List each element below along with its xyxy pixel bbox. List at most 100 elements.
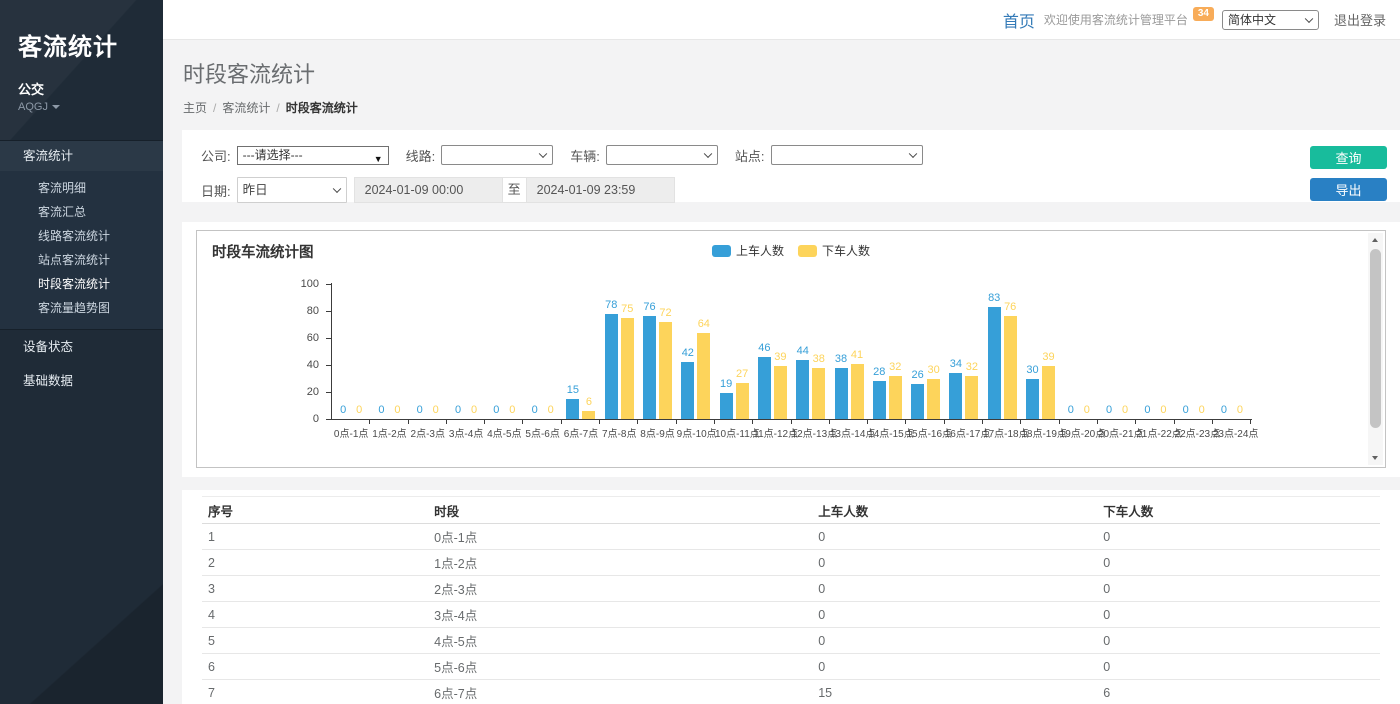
sidebar-subitem[interactable]: 客流量趋势图	[0, 296, 163, 320]
x-tick-label: 16点-17点	[945, 425, 983, 440]
bar-series-1: 39	[1042, 366, 1055, 419]
table-row: 43点-4点00	[202, 602, 1380, 628]
table-cell: 1	[202, 524, 428, 550]
x-tick-label: 4点-5点	[485, 425, 523, 440]
sidebar-item[interactable]: 客流统计	[0, 140, 163, 171]
export-button[interactable]: 导出	[1310, 178, 1387, 201]
bar-value: 0	[493, 404, 499, 416]
sidebar-subitem[interactable]: 客流明细	[0, 176, 163, 200]
x-tick-label: 22点-23点	[1175, 425, 1213, 440]
topbar: 首页 欢迎使用客流统计管理平台 34 简体中文 退出登录	[163, 0, 1400, 40]
breadcrumb-home[interactable]: 主页	[183, 101, 207, 115]
bar-group: 283214点-15点	[868, 284, 906, 419]
language-select[interactable]: 简体中文	[1222, 10, 1319, 30]
breadcrumb: 主页/客流统计/时段客流统计	[183, 99, 1400, 116]
breadcrumb-section[interactable]: 客流统计	[222, 101, 270, 115]
table-cell: 0	[1097, 654, 1380, 680]
table-cell: 3点-4点	[428, 602, 812, 628]
bar-group: 343216点-17点	[945, 284, 983, 419]
date-start-input[interactable]: 2024-01-09 00:00	[355, 178, 502, 202]
sidebar-submenu: 客流明细客流汇总线路客流统计站点客流统计时段客流统计客流量趋势图	[0, 171, 163, 330]
bar-value: 19	[720, 378, 732, 390]
sidebar-subitem[interactable]: 客流汇总	[0, 200, 163, 224]
sidebar-subitem[interactable]: 时段客流统计	[0, 272, 163, 296]
date-range: 2024-01-09 00:00 至 2024-01-09 23:59	[354, 177, 675, 203]
sidebar-item[interactable]: 设备状态	[0, 330, 163, 364]
bar-series-0: 78	[605, 314, 618, 419]
bar-value: 42	[682, 347, 694, 359]
breadcrumb-separator: /	[213, 101, 216, 115]
vehicle-select[interactable]	[606, 145, 718, 165]
table-cell: 5	[202, 628, 428, 654]
table-cell: 15	[812, 680, 1097, 704]
table-cell: 3	[202, 576, 428, 602]
x-tick-label: 19点-20点	[1060, 425, 1098, 440]
bar-series-1: 41	[851, 364, 864, 419]
y-tick-label: 80	[279, 305, 319, 317]
scroll-up-arrow-icon[interactable]	[1372, 238, 1378, 242]
bar-value: 0	[1160, 404, 1166, 416]
sidebar-subitem[interactable]: 站点客流统计	[0, 248, 163, 272]
x-tick-label: 21点-22点	[1136, 425, 1174, 440]
language-select-wrap: 简体中文	[1222, 10, 1319, 30]
x-tick-label: 8点-9点	[638, 425, 676, 440]
legend-item[interactable]: 下车人数	[798, 242, 870, 259]
bar-value: 32	[966, 361, 978, 373]
x-tick-label: 6点-7点	[562, 425, 600, 440]
scroll-down-arrow-icon[interactable]	[1372, 456, 1378, 460]
x-tick-label: 1点-2点	[370, 425, 408, 440]
x-tick-label: 13点-14点	[830, 425, 868, 440]
home-link[interactable]: 首页	[1003, 8, 1035, 32]
date-preset-select[interactable]: 昨日	[237, 177, 347, 203]
line-label: 线路:	[406, 146, 436, 165]
bar-value: 0	[1068, 404, 1074, 416]
bar-group: 0020点-21点	[1098, 284, 1136, 419]
y-axis: 020406080100	[197, 284, 331, 419]
query-button[interactable]: 查询	[1310, 146, 1387, 169]
x-tick-label: 7点-8点	[600, 425, 638, 440]
bar-value: 83	[988, 292, 1000, 304]
date-label: 日期:	[201, 181, 231, 200]
bar-series-0: 15	[566, 399, 579, 419]
table-cell: 0点-1点	[428, 524, 812, 550]
logout-link[interactable]: 退出登录	[1334, 10, 1386, 29]
bar-series-1: 64	[697, 333, 710, 419]
scrollbar-thumb[interactable]	[1370, 249, 1381, 428]
company-label: 公司:	[201, 146, 231, 165]
line-select[interactable]	[441, 145, 553, 165]
bar-value: 0	[1122, 404, 1128, 416]
bar-series-0: 30	[1026, 379, 1039, 420]
x-tick-label: 11点-12点	[753, 425, 791, 440]
bar-group: 0019点-20点	[1060, 284, 1098, 419]
notification-badge[interactable]: 34	[1193, 7, 1214, 21]
bar-value: 76	[643, 301, 655, 313]
legend-label: 上车人数	[736, 242, 784, 259]
table-header-cell: 上车人数	[812, 497, 1097, 524]
user-menu[interactable]: AQGJ	[18, 101, 145, 113]
sidebar-item[interactable]: 基础数据	[0, 364, 163, 398]
table-cell: 0	[1097, 576, 1380, 602]
bar-series-1: 38	[812, 368, 825, 419]
legend-item[interactable]: 上车人数	[712, 242, 784, 259]
legend-swatch-icon	[798, 245, 817, 257]
company-select[interactable]: ---请选择---	[237, 146, 389, 165]
station-select[interactable]	[771, 145, 923, 165]
bar-value: 0	[340, 404, 346, 416]
table-cell: 0	[812, 628, 1097, 654]
chart-title: 时段车流统计图	[212, 241, 314, 262]
y-tick-label: 40	[279, 359, 319, 371]
bar-value: 0	[394, 404, 400, 416]
chart-scrollbar[interactable]	[1368, 233, 1383, 465]
bar-group: 001点-2点	[370, 284, 408, 419]
bar-series-0: 19	[720, 393, 733, 419]
date-end-input[interactable]: 2024-01-09 23:59	[527, 178, 674, 202]
bar-value: 75	[621, 303, 633, 315]
bar-value: 44	[797, 345, 809, 357]
bar-value: 39	[1042, 351, 1054, 363]
legend-swatch-icon	[712, 245, 731, 257]
table-cell: 6	[1097, 680, 1380, 704]
bar-value: 0	[433, 404, 439, 416]
sidebar-subitem[interactable]: 线路客流统计	[0, 224, 163, 248]
bar-value: 34	[950, 358, 962, 370]
bar-value: 78	[605, 299, 617, 311]
